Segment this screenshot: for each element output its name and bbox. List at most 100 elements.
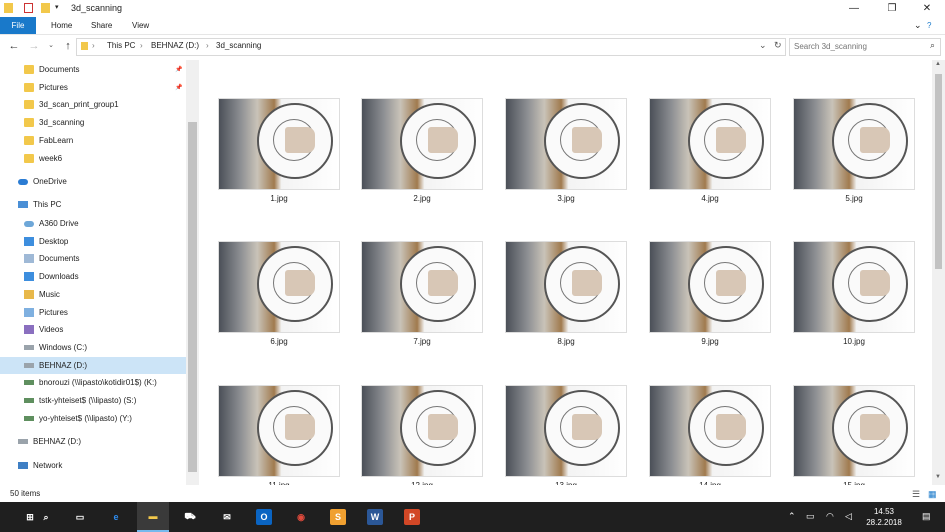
help-icon[interactable]: ? — [918, 17, 940, 34]
chrome-icon: ◉ — [297, 511, 305, 522]
nav-item-quick-4[interactable]: FabLearn — [0, 132, 186, 149]
close-button[interactable]: ✕ — [913, 0, 941, 17]
nav-item-pc-10[interactable]: tstk-yhteiset$ (\\lipasto) (S:) — [0, 392, 186, 409]
back-arrow-icon[interactable]: ← — [7, 39, 21, 53]
content-scrollbar[interactable]: ▲ ▼ — [932, 60, 945, 485]
word-app[interactable]: W — [359, 502, 391, 532]
search-input[interactable] — [794, 41, 919, 52]
nav-item-pc-4[interactable]: Music — [0, 286, 186, 303]
file-item[interactable]: 6.jpg — [218, 241, 340, 346]
file-item[interactable]: 13.jpg — [505, 385, 627, 485]
volume-icon[interactable]: ◁ — [845, 511, 852, 522]
large-icons-view-icon[interactable]: ▦ — [928, 489, 937, 500]
restore-button[interactable]: ❐ — [878, 0, 906, 17]
image-thumbnail — [649, 98, 771, 190]
nav-item-quick-1[interactable]: Pictures 📌 — [0, 79, 186, 96]
recent-locations-icon[interactable]: ⌄ — [44, 39, 58, 53]
file-item[interactable]: 10.jpg — [793, 241, 915, 346]
nav-item-pc-9[interactable]: bnorouzi (\\lipasto\kotidir01$) (K:) — [0, 374, 186, 391]
nav-label: yo-yhteiset$ (\\lipasto) (Y:) — [39, 413, 132, 423]
wifi-icon[interactable]: ◠ — [826, 511, 834, 522]
clock[interactable]: 14.53 28.2.2018 — [864, 506, 904, 528]
address-dropdown-icon[interactable]: ⌄ — [759, 40, 767, 51]
chrome-app[interactable]: ◉ — [285, 502, 317, 532]
nav-item-onedrive[interactable]: OneDrive — [0, 173, 186, 190]
battery-icon[interactable]: ▭ — [806, 511, 815, 522]
nav-item-pc-11[interactable]: yo-yhteiset$ (\\lipasto) (Y:) — [0, 410, 186, 427]
edge-app[interactable]: e — [100, 502, 132, 532]
search-icon[interactable]: ⌕ — [930, 40, 935, 51]
tab-view[interactable]: View — [123, 17, 158, 34]
file-item[interactable]: 3.jpg — [505, 98, 627, 203]
nav-item-quick-3[interactable]: 3d_scanning — [0, 114, 186, 131]
breadcrumb-separator: › — [140, 41, 143, 50]
nav-item-this-pc[interactable]: This PC — [0, 196, 186, 213]
notifications-icon[interactable]: ▤ — [922, 511, 931, 522]
ribbon-tabs: File Home Share View ⌄ ? — [0, 17, 945, 35]
file-item[interactable]: 7.jpg — [361, 241, 483, 346]
nav-label: 3d_scan_print_group1 — [39, 100, 119, 110]
breadcrumb-this-pc[interactable]: This PC — [107, 41, 135, 50]
scroll-up-icon[interactable]: ▲ — [935, 61, 941, 67]
details-view-icon[interactable]: ☰ — [912, 489, 920, 500]
powerpoint-app[interactable]: P — [396, 502, 428, 532]
scroll-down-icon[interactable]: ▼ — [935, 474, 941, 480]
file-item[interactable]: 2.jpg — [361, 98, 483, 203]
breadcrumb-drive[interactable]: BEHNAZ (D:) — [151, 41, 199, 50]
task-view-button[interactable]: ▭ — [64, 502, 96, 532]
nav-item-quick-0[interactable]: Documents 📌 — [0, 61, 186, 78]
file-explorer-app[interactable]: ▬ — [137, 502, 169, 532]
nav-item-pc-7[interactable]: Windows (C:) — [0, 339, 186, 356]
nav-item-behnaz-root[interactable]: BEHNAZ (D:) — [0, 433, 186, 450]
file-item[interactable]: 9.jpg — [649, 241, 771, 346]
nav-item-quick-5[interactable]: week6 — [0, 150, 186, 167]
file-item[interactable]: 14.jpg — [649, 385, 771, 485]
breadcrumb-folder[interactable]: 3d_scanning — [216, 41, 261, 50]
cup-graphic — [428, 127, 458, 153]
nav-item-pc-5[interactable]: Pictures — [0, 304, 186, 321]
nav-item-pc-1[interactable]: Desktop — [0, 233, 186, 250]
tab-file[interactable]: File — [0, 17, 36, 34]
file-item[interactable]: 8.jpg — [505, 241, 627, 346]
outlook-app[interactable]: O — [248, 502, 280, 532]
navigation-scroll-thumb[interactable] — [188, 122, 197, 472]
tab-share[interactable]: Share — [82, 17, 121, 34]
pin-icon[interactable]: 📌 — [175, 84, 182, 91]
address-bar[interactable]: › This PC › BEHNAZ (D:) › 3d_scanning ⌄ … — [76, 38, 786, 56]
navigation-scrollbar[interactable] — [186, 60, 199, 485]
store-app[interactable]: ⛟ — [174, 502, 206, 532]
new-folder-icon[interactable] — [41, 3, 50, 13]
minimize-button[interactable]: — — [840, 0, 868, 17]
cup-graphic — [285, 414, 315, 440]
properties-icon[interactable] — [24, 3, 33, 13]
sublime-app[interactable]: S — [322, 502, 354, 532]
tab-home[interactable]: Home — [42, 17, 81, 34]
nav-item-pc-8[interactable]: BEHNAZ (D:) — [0, 356, 186, 374]
chevron-up-icon[interactable]: ⌃ — [788, 511, 796, 522]
search-button[interactable]: ⌕ — [30, 502, 62, 532]
refresh-icon[interactable]: ↻ — [774, 40, 782, 51]
mail-app[interactable]: ✉ — [211, 502, 243, 532]
customize-toolbar-icon[interactable]: ▾ — [55, 3, 59, 14]
pin-icon[interactable]: 📌 — [175, 66, 182, 73]
file-item[interactable]: 4.jpg — [649, 98, 771, 203]
cup-graphic — [716, 127, 746, 153]
file-name: 10.jpg — [843, 337, 865, 346]
nav-item-quick-2[interactable]: 3d_scan_print_group1 — [0, 96, 186, 113]
file-item[interactable]: 12.jpg — [361, 385, 483, 485]
nav-item-pc-6[interactable]: Videos — [0, 321, 186, 338]
file-item[interactable]: 1.jpg — [218, 98, 340, 203]
content-scroll-thumb[interactable] — [935, 74, 942, 269]
search-box[interactable]: ⌕ — [789, 38, 941, 56]
file-item[interactable]: 15.jpg — [793, 385, 915, 485]
nav-item-pc-2[interactable]: Documents — [0, 250, 186, 267]
forward-arrow-icon[interactable]: → — [27, 39, 41, 53]
nav-item-network[interactable]: Network — [0, 457, 186, 474]
file-item[interactable]: 11.jpg — [218, 385, 340, 485]
file-item[interactable]: 5.jpg — [793, 98, 915, 203]
nav-label: Desktop — [39, 236, 69, 246]
nav-item-pc-0[interactable]: A360 Drive — [0, 215, 186, 232]
nav-item-pc-3[interactable]: Downloads — [0, 268, 186, 285]
folder-icon — [24, 118, 34, 128]
up-arrow-icon[interactable]: ↑ — [61, 39, 75, 53]
